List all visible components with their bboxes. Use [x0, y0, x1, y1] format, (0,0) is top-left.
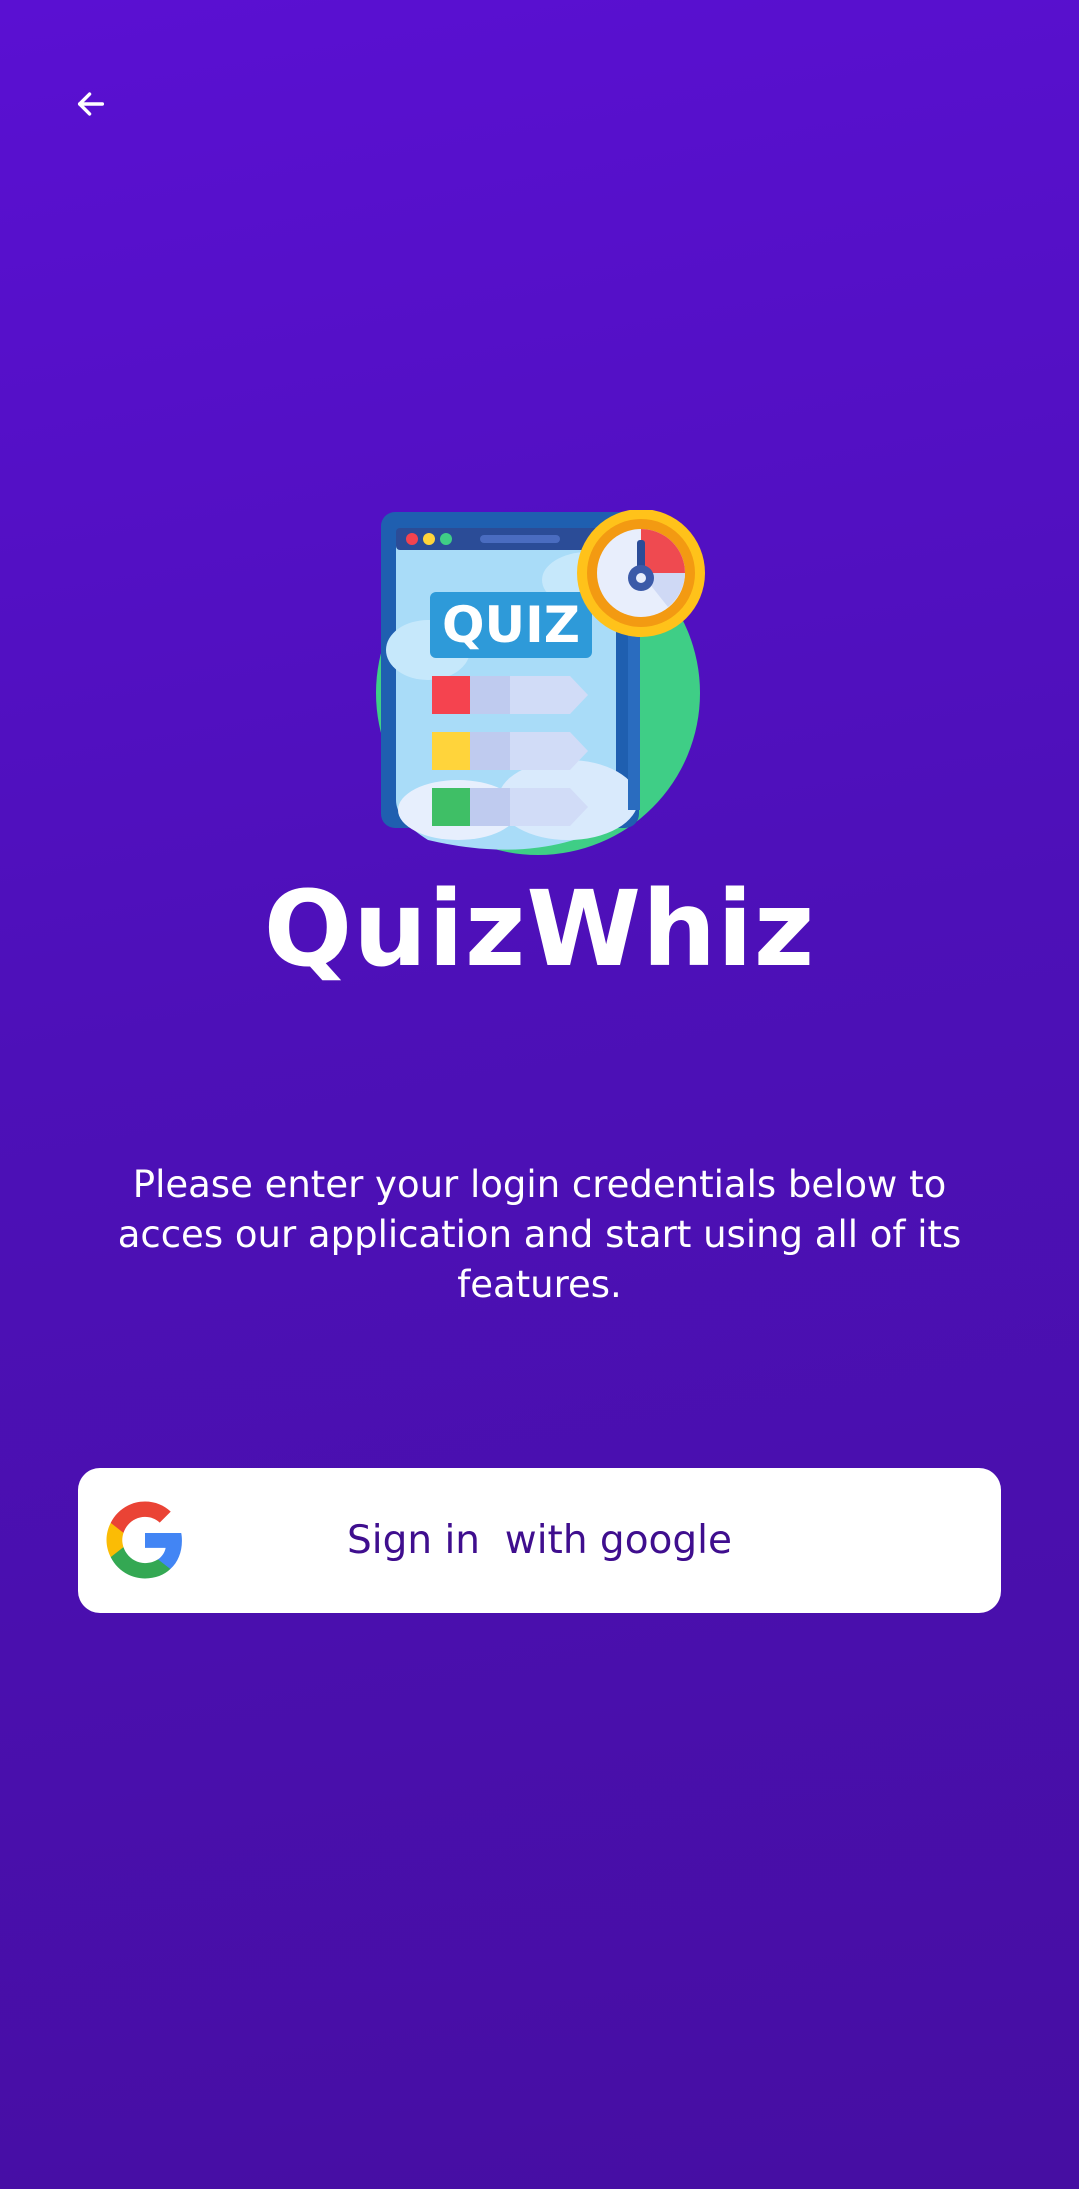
login-description: Please enter your login credentials belo…	[117, 1163, 962, 1306]
app-title: QuizWhiz	[263, 868, 816, 990]
quiz-badge-text: QUIZ	[442, 596, 580, 654]
back-button[interactable]	[60, 80, 122, 132]
google-g-icon	[103, 1498, 187, 1582]
quiz-document-timer-icon: QUIZ	[376, 509, 705, 855]
google-sign-in-button[interactable]: Sign in with google	[78, 1468, 1001, 1613]
google-sign-in-label: Sign in with google	[346, 1518, 732, 1563]
arrow-left-icon	[74, 87, 108, 125]
app-logo: QUIZ	[368, 509, 708, 856]
